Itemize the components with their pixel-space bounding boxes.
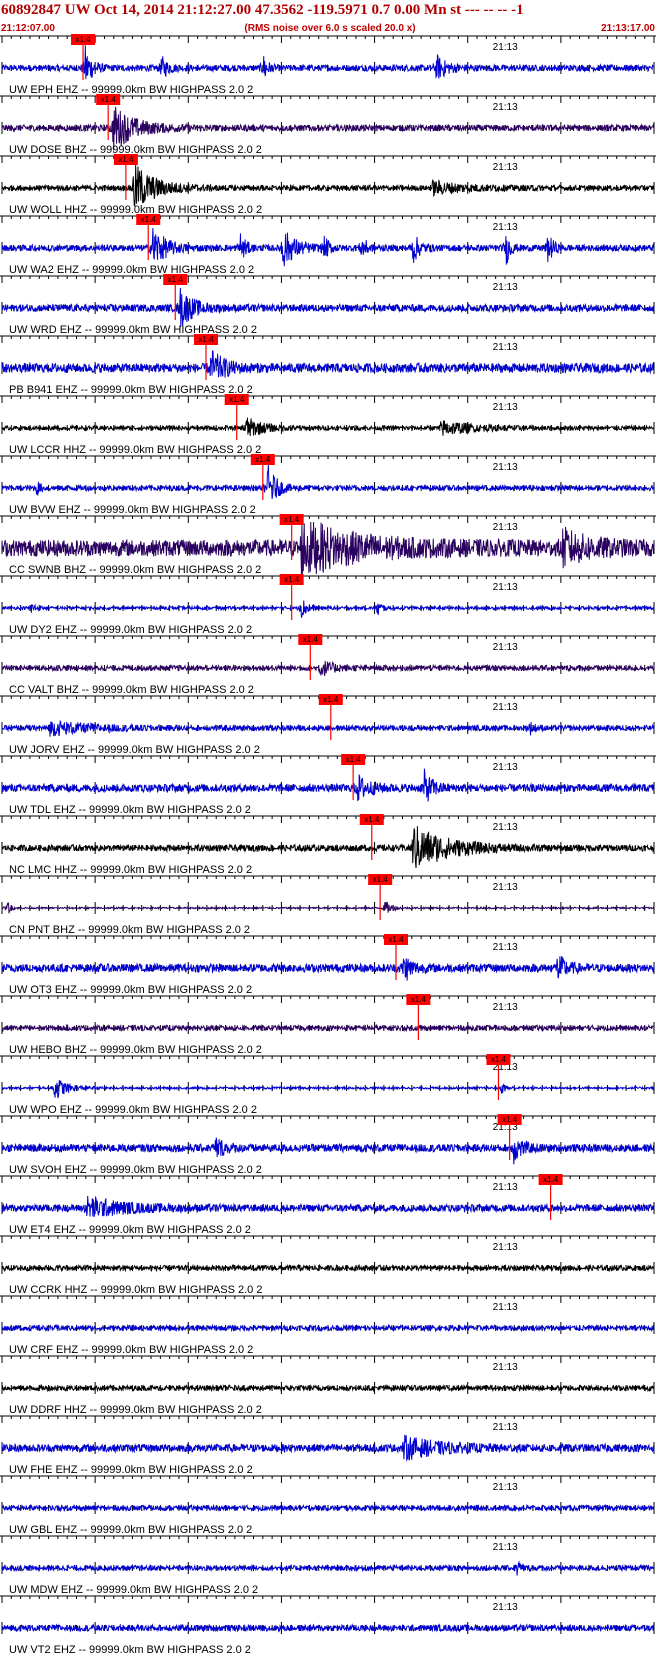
pick-flag-label: x1.4: [229, 395, 245, 404]
event-title: 60892847 UW Oct 14, 2014 21:12:27.00 47.…: [1, 2, 524, 18]
pick-flag-label: x1.4: [284, 575, 300, 584]
minute-marker: 21:13: [493, 882, 518, 893]
noise-note: (RMS noise over 6.0 s scaled 20.0 x): [244, 23, 415, 34]
minute-marker: 21:13: [493, 1602, 518, 1613]
minute-marker: 21:13: [493, 342, 518, 353]
pick-flag-label: x1.4: [543, 1175, 559, 1184]
pick-flag-label: x1.4: [388, 935, 404, 944]
minute-marker: 21:13: [493, 1362, 518, 1373]
station-label: UW DY2 EHZ -- 99999.0km BW HIGHPASS 2.0 …: [9, 624, 252, 636]
waveform-trace: [1, 955, 655, 981]
station-label: UW WA2 EHZ -- 99999.0km BW HIGHPASS 2.0 …: [9, 264, 254, 276]
waveform-trace: [1, 163, 655, 207]
minute-marker: 21:13: [493, 522, 518, 533]
station-label: UW WOLL HHZ -- 99999.0km BW HIGHPASS 2.0…: [9, 204, 262, 216]
pick-flag-label: x1.4: [168, 275, 184, 284]
station-label: UW VT2 EHZ -- 99999.0km BW HIGHPASS 2.0 …: [9, 1644, 251, 1656]
waveform-trace: [1, 600, 655, 618]
minute-marker: 21:13: [493, 1302, 518, 1313]
station-label: CC VALT BHZ -- 99999.0km BW HIGHPASS 2.0…: [9, 684, 254, 696]
station-label: UW MDW EHZ -- 99999.0km BW HIGHPASS 2.0 …: [9, 1584, 258, 1596]
pick-flag-label: x1.4: [141, 215, 157, 224]
minute-marker: 21:13: [493, 282, 518, 293]
waveform-trace: [1, 826, 655, 869]
minute-marker: 21:13: [493, 582, 518, 593]
station-label: UW EPH EHZ -- 99999.0km BW HIGHPASS 2.0 …: [9, 84, 253, 96]
station-label: UW WRD EHZ -- 99999.0km BW HIGHPASS 2.0 …: [9, 324, 257, 336]
waveform-trace: [1, 720, 655, 737]
waveform-trace: [1, 350, 655, 378]
minute-marker: 21:13: [493, 42, 518, 53]
start-time: 21:12:07.00: [1, 23, 55, 34]
minute-marker: 21:13: [493, 102, 518, 113]
pick-flag-label: x1.4: [118, 155, 134, 164]
station-label: UW JORV EHZ -- 99999.0km BW HIGHPASS 2.0…: [9, 744, 260, 756]
minute-marker: 21:13: [493, 1482, 518, 1493]
pick-flag-label: x1.4: [411, 995, 427, 1004]
minute-marker: 21:13: [493, 1002, 518, 1013]
station-label: UW ET4 EHZ -- 99999.0km BW HIGHPASS 2.0 …: [9, 1224, 251, 1236]
pick-flag-label: x1.4: [491, 1055, 507, 1064]
waveform-trace: [1, 45, 655, 80]
station-label: UW LCCR HHZ -- 99999.0km BW HIGHPASS 2.0…: [9, 444, 261, 456]
station-label: UW HEBO BHZ -- 99999.0km BW HIGHPASS 2.0…: [9, 1044, 262, 1056]
waveform-trace: [1, 1137, 655, 1165]
station-label: UW CRF EHZ -- 99999.0km BW HIGHPASS 2.0 …: [9, 1344, 253, 1356]
minute-marker: 21:13: [493, 702, 518, 713]
trace-stack: 21:13x1.4UW EPH EHZ -- 99999.0km BW HIGH…: [0, 34, 656, 1656]
waveform-trace: [1, 417, 655, 437]
station-label: UW OT3 EHZ -- 99999.0km BW HIGHPASS 2.0 …: [9, 984, 252, 996]
pick-flag-label: x1.4: [101, 95, 117, 104]
pick-flag-label: x1.4: [303, 635, 319, 644]
waveform-trace: [1, 464, 655, 499]
pick-flag-label: x1.4: [502, 1115, 518, 1124]
minute-marker: 21:13: [493, 222, 518, 233]
minute-marker: 21:13: [493, 642, 518, 653]
pick-flag-label: x1.4: [75, 35, 91, 44]
station-label: NC LMC HHZ -- 99999.0km BW HIGHPASS 2.0 …: [9, 864, 252, 876]
waveform-trace: [1, 1434, 655, 1462]
station-label: UW SVOH EHZ -- 99999.0km BW HIGHPASS 2.0…: [9, 1164, 262, 1176]
pick-flag-label: x1.4: [255, 455, 271, 464]
station-label: UW TDL EHZ -- 99999.0km BW HIGHPASS 2.0 …: [9, 804, 251, 816]
station-label: UW CCRK HHZ -- 99999.0km BW HIGHPASS 2.0…: [9, 1284, 262, 1296]
minute-marker: 21:13: [493, 162, 518, 173]
waveform-trace: [1, 227, 655, 267]
pick-flag-label: x1.4: [364, 815, 380, 824]
minute-marker: 21:13: [493, 1242, 518, 1253]
minute-marker: 21:13: [493, 942, 518, 953]
station-label: CC SWNB BHZ -- 99999.0km BW HIGHPASS 2.0…: [9, 564, 261, 576]
station-label: UW FHE EHZ -- 99999.0km BW HIGHPASS 2.0 …: [9, 1464, 253, 1476]
waveform-trace: [1, 901, 655, 914]
station-label: PB B941 EHZ -- 99999.0km BW HIGHPASS 2.0…: [9, 384, 253, 396]
minute-marker: 21:13: [493, 1542, 518, 1553]
minute-marker: 21:13: [493, 822, 518, 833]
pick-flag-label: x1.4: [284, 515, 300, 524]
pick-flag-label: x1.4: [373, 875, 389, 884]
station-label: UW BVW EHZ -- 99999.0km BW HIGHPASS 2.0 …: [9, 504, 256, 516]
station-label: CN PNT BHZ -- 99999.0km BW HIGHPASS 2.0 …: [9, 924, 250, 936]
end-time: 21:13:17.00: [601, 23, 655, 34]
pick-flag-label: x1.4: [323, 695, 339, 704]
pick-flag-label: x1.4: [198, 335, 214, 344]
minute-marker: 21:13: [493, 402, 518, 413]
waveform-trace: [1, 660, 655, 677]
waveform-trace: [1, 1195, 655, 1217]
minute-marker: 21:13: [493, 1422, 518, 1433]
station-label: UW GBL EHZ -- 99999.0km BW HIGHPASS 2.0 …: [9, 1524, 252, 1536]
pick-flag-label: x1.4: [346, 755, 362, 764]
minute-marker: 21:13: [493, 762, 518, 773]
waveform-trace: [1, 1560, 655, 1576]
minute-marker: 21:13: [493, 462, 518, 473]
station-label: UW WPO EHZ -- 99999.0km BW HIGHPASS 2.0 …: [9, 1104, 257, 1116]
minute-marker: 21:13: [493, 1182, 518, 1193]
seismogram-plot: 60892847 UW Oct 14, 2014 21:12:27.00 47.…: [0, 2, 656, 1656]
station-label: UW DDRF HHZ -- 99999.0km BW HIGHPASS 2.0…: [9, 1404, 262, 1416]
